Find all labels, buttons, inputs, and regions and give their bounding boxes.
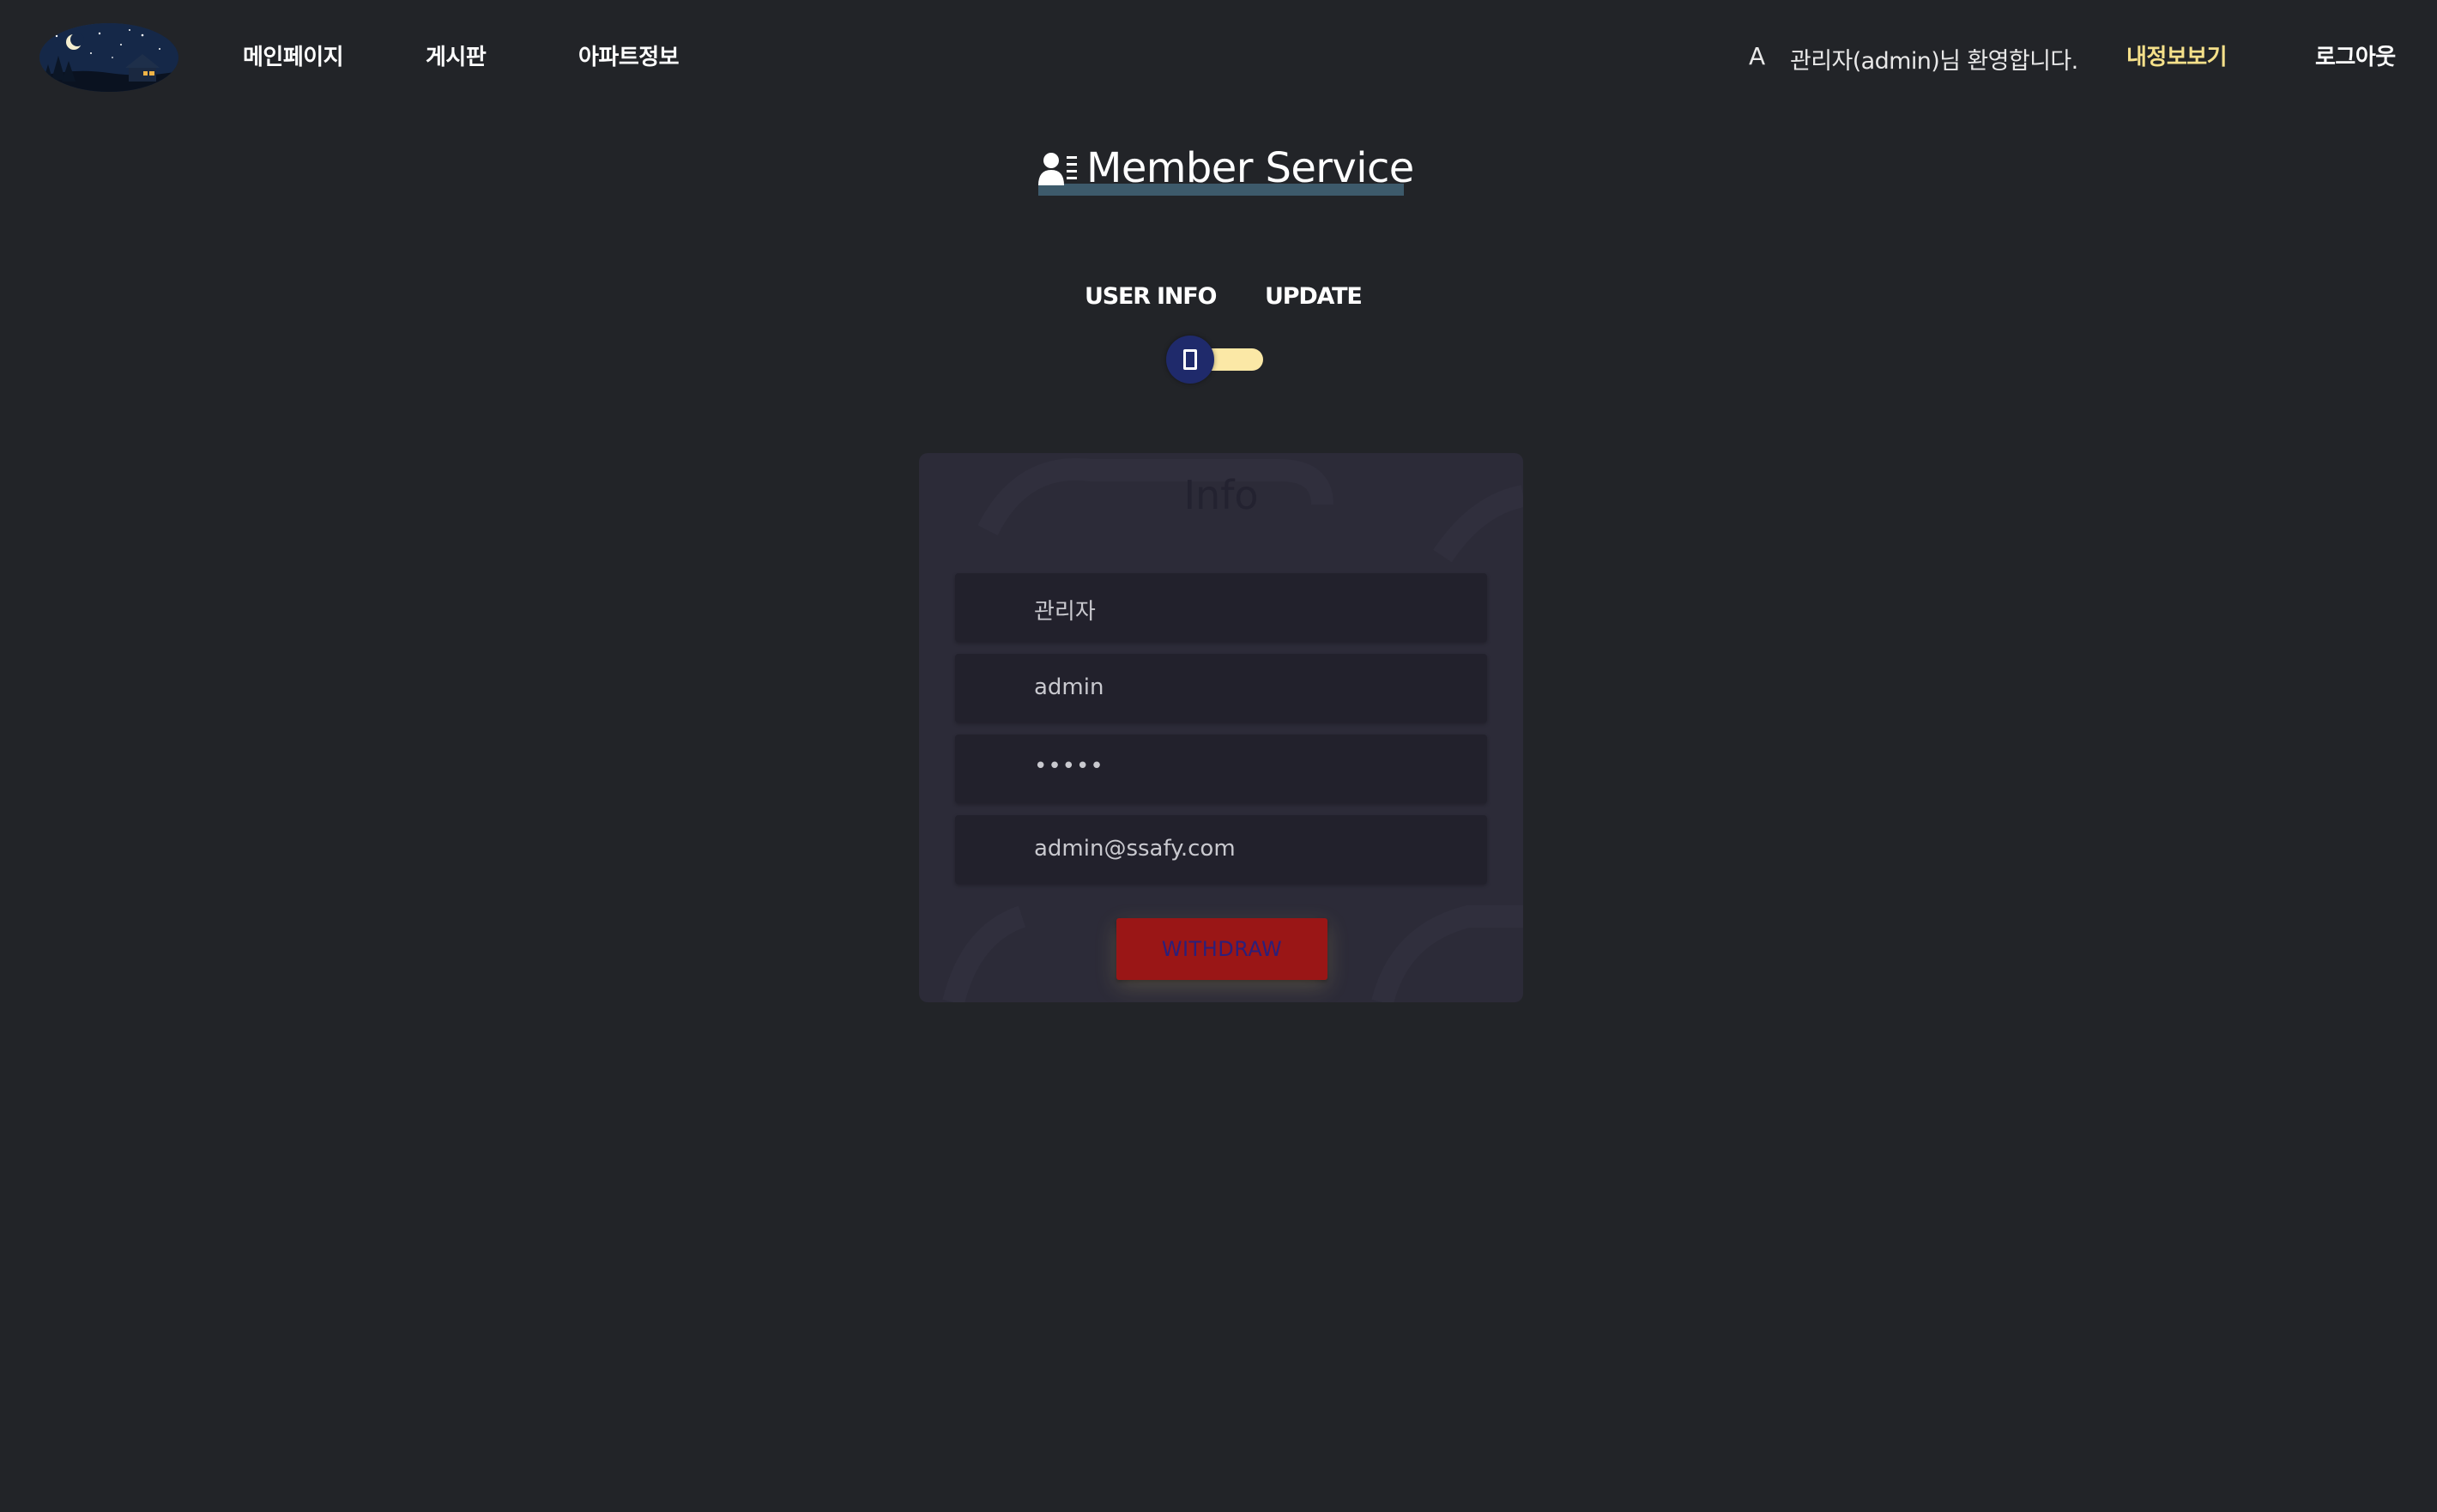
user-card-icon: [1038, 153, 1077, 185]
mode-toggle-knob[interactable]: [1166, 336, 1214, 384]
password-value: •••••: [1034, 753, 1104, 779]
nav-board[interactable]: 게시판: [426, 39, 487, 71]
name-field[interactable]: 관리자: [955, 573, 1487, 642]
user-avatar: A: [1749, 42, 1766, 70]
tab-update[interactable]: UPDATE: [1265, 283, 1363, 310]
top-header: 메인페이지 게시판 아파트정보 A 관리자(admin)님 환영합니다. 내정보…: [0, 0, 2437, 115]
user-info-card: Info 관리자 admin ••••• admin@ssafy.com WIT…: [919, 453, 1523, 1002]
email-value: admin@ssafy.com: [1034, 836, 1236, 862]
name-value: 관리자: [1034, 599, 1096, 625]
nav-logout[interactable]: 로그아웃: [2315, 39, 2396, 71]
user-id-field[interactable]: admin: [955, 654, 1487, 723]
user-id-value: admin: [1034, 674, 1104, 700]
page-title-text: Member Service: [1086, 144, 1414, 192]
email-field[interactable]: admin@ssafy.com: [955, 815, 1487, 884]
toggle-knob-icon: [1183, 349, 1197, 370]
night-house-logo-icon: [39, 23, 178, 92]
page-title: Member Service: [1038, 144, 1414, 199]
withdraw-button[interactable]: WITHDRAW: [1116, 918, 1327, 980]
nav-my-info[interactable]: 내정보보기: [2126, 39, 2228, 71]
nav-main-page[interactable]: 메인페이지: [243, 39, 344, 71]
tab-user-info[interactable]: USER INFO: [1085, 283, 1217, 310]
welcome-message: 관리자(admin)님 환영합니다.: [1790, 48, 2078, 75]
nav-apartment-info[interactable]: 아파트정보: [578, 39, 680, 71]
password-field[interactable]: •••••: [955, 735, 1487, 803]
card-title: Info: [1183, 472, 1259, 518]
site-logo[interactable]: [39, 23, 178, 92]
